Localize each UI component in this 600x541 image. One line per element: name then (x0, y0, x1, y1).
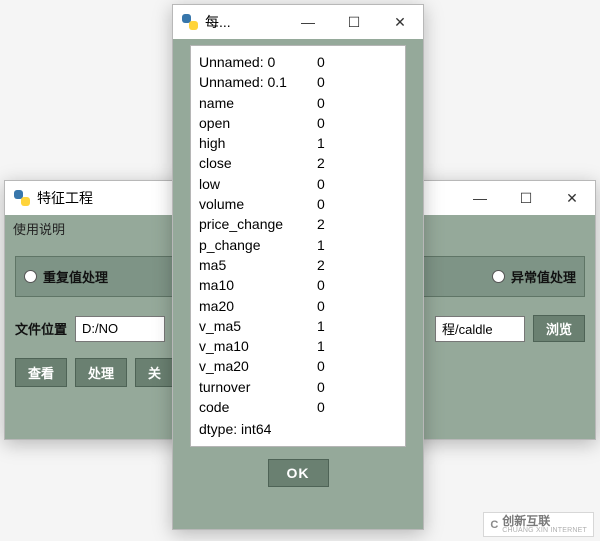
series-key: name (199, 93, 317, 113)
radio-icon (24, 270, 37, 283)
file-path-input-right[interactable] (435, 316, 525, 342)
series-key: Unnamed: 0 (199, 52, 317, 72)
series-key: ma5 (199, 255, 317, 275)
series-row: Unnamed: 00 (199, 52, 397, 72)
ok-button[interactable]: OK (268, 459, 329, 487)
series-row: open0 (199, 113, 397, 133)
series-row: ma52 (199, 255, 397, 275)
series-value: 0 (317, 275, 325, 295)
minimize-button[interactable]: — (457, 181, 503, 215)
watermark: C 创新互联 CHUANG XIN INTERNET (483, 512, 594, 537)
series-value: 0 (317, 296, 325, 316)
series-value: 1 (317, 336, 325, 356)
series-value: 0 (317, 356, 325, 376)
file-path-label: 文件位置 (15, 319, 67, 338)
minimize-button[interactable]: — (285, 5, 331, 39)
watermark-en: CHUANG XIN INTERNET (502, 527, 587, 534)
series-key: Unnamed: 0.1 (199, 72, 317, 92)
radio-icon (492, 270, 505, 283)
watermark-cn: 创新互联 (502, 515, 587, 527)
series-row: high1 (199, 133, 397, 153)
series-row: price_change2 (199, 214, 397, 234)
close-window-button[interactable]: ✕ (377, 5, 423, 39)
series-row: Unnamed: 0.10 (199, 72, 397, 92)
fg-titlebar: 每... — ☐ ✕ (173, 5, 423, 39)
minimize-icon: — (301, 14, 315, 30)
series-row: v_ma51 (199, 316, 397, 336)
series-key: price_change (199, 214, 317, 234)
series-value: 2 (317, 214, 325, 234)
series-row: close2 (199, 153, 397, 173)
series-key: close (199, 153, 317, 173)
watermark-logo-icon: C (490, 519, 498, 531)
series-value: 0 (317, 194, 325, 214)
series-row: volume0 (199, 194, 397, 214)
bg-title: 特征工程 (37, 188, 93, 208)
maximize-icon: ☐ (348, 14, 361, 31)
series-summary-panel: Unnamed: 00Unnamed: 0.10name0open0high1c… (190, 45, 406, 447)
series-key: code (199, 397, 317, 417)
series-key: v_ma20 (199, 356, 317, 376)
series-value: 2 (317, 153, 325, 173)
menu-help[interactable]: 使用说明 (13, 222, 65, 237)
fg-title: 每... (205, 12, 231, 32)
series-key: open (199, 113, 317, 133)
series-value: 0 (317, 52, 325, 72)
series-value: 0 (317, 397, 325, 417)
python-icon (181, 13, 199, 31)
series-key: v_ma5 (199, 316, 317, 336)
radio-outlier-handling[interactable]: 异常值处理 (492, 267, 576, 286)
series-key: v_ma10 (199, 336, 317, 356)
file-path-input-left[interactable] (75, 316, 165, 342)
close-window-button[interactable]: ✕ (549, 181, 595, 215)
series-dtype: dtype: int64 (199, 419, 397, 439)
radio-duplicate-label: 重复值处理 (43, 267, 108, 286)
maximize-icon: ☐ (520, 190, 533, 207)
series-key: high (199, 133, 317, 153)
maximize-button[interactable]: ☐ (331, 5, 377, 39)
series-value: 0 (317, 174, 325, 194)
close-icon: ✕ (566, 190, 578, 207)
series-key: p_change (199, 235, 317, 255)
series-value: 1 (317, 235, 325, 255)
series-row: turnover0 (199, 377, 397, 397)
minimize-icon: — (473, 190, 487, 206)
series-row: v_ma200 (199, 356, 397, 376)
maximize-button[interactable]: ☐ (503, 181, 549, 215)
series-row: p_change1 (199, 235, 397, 255)
series-key: volume (199, 194, 317, 214)
series-value: 1 (317, 133, 325, 153)
close-icon: ✕ (394, 14, 406, 31)
radio-duplicate-handling[interactable]: 重复值处理 (24, 267, 108, 286)
series-row: name0 (199, 93, 397, 113)
series-key: turnover (199, 377, 317, 397)
series-value: 0 (317, 377, 325, 397)
series-row: v_ma101 (199, 336, 397, 356)
process-button[interactable]: 处理 (75, 358, 127, 387)
python-icon (13, 189, 31, 207)
series-row: low0 (199, 174, 397, 194)
series-row: code0 (199, 397, 397, 417)
series-value: 0 (317, 93, 325, 113)
series-key: ma10 (199, 275, 317, 295)
browse-button[interactable]: 浏览 (533, 315, 585, 342)
radio-outlier-label: 异常值处理 (511, 267, 576, 286)
series-row: ma200 (199, 296, 397, 316)
series-key: ma20 (199, 296, 317, 316)
series-row: ma100 (199, 275, 397, 295)
view-button[interactable]: 查看 (15, 358, 67, 387)
summary-popup-window: 每... — ☐ ✕ Unnamed: 00Unnamed: 0.10name0… (172, 4, 424, 530)
series-key: low (199, 174, 317, 194)
series-value: 1 (317, 316, 325, 336)
series-value: 2 (317, 255, 325, 275)
series-value: 0 (317, 72, 325, 92)
close-button[interactable]: 关 (135, 358, 174, 387)
series-value: 0 (317, 113, 325, 133)
